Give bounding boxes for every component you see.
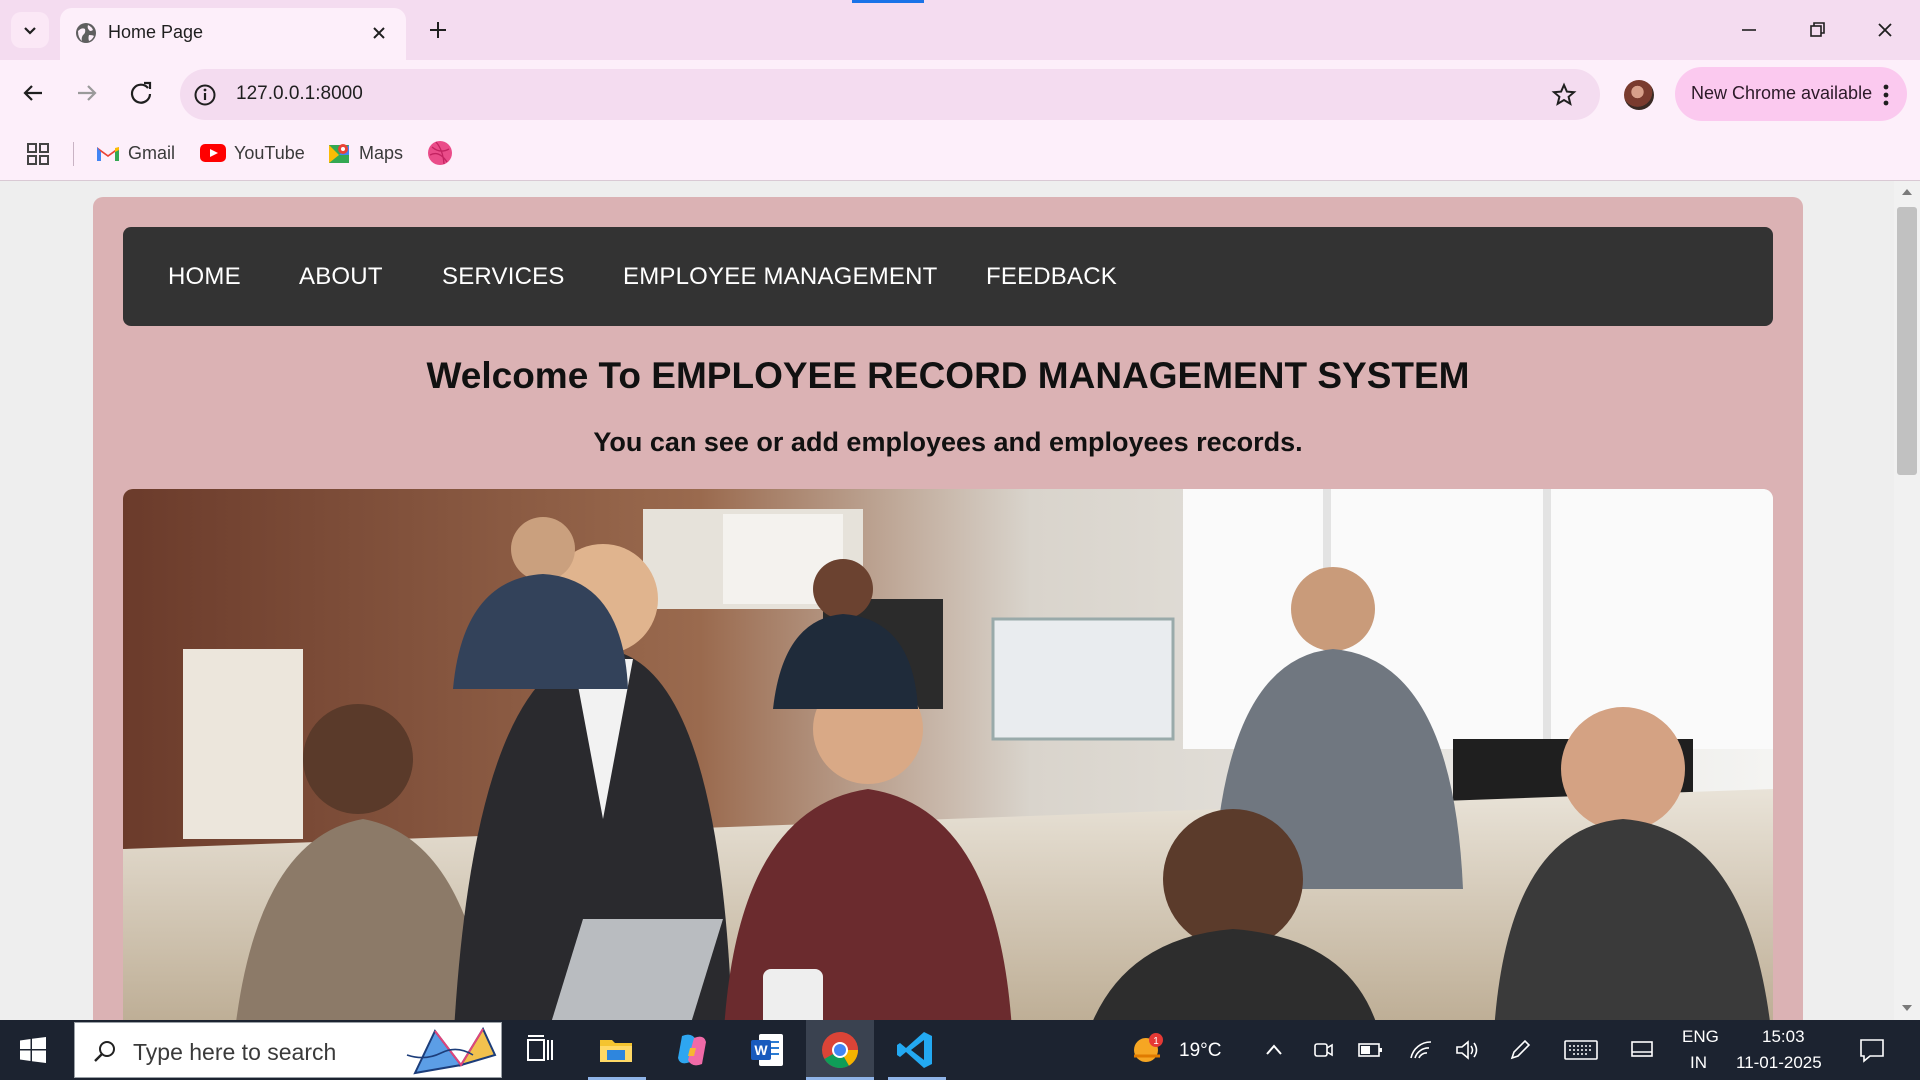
bookmark-maps[interactable]: Maps	[327, 138, 403, 168]
chrome-icon[interactable]	[818, 1028, 862, 1072]
update-chip-label: New Chrome available	[1691, 83, 1873, 103]
notifications-icon[interactable]	[1858, 1036, 1886, 1064]
nav-employee-management[interactable]: EMPLOYEE MANAGEMENT	[623, 263, 938, 291]
tab-strip: Home Page	[0, 0, 1920, 60]
new-tab-icon[interactable]	[424, 16, 452, 44]
new-chrome-available-button[interactable]: New Chrome available	[1675, 67, 1907, 121]
vscode-icon[interactable]	[894, 1028, 938, 1072]
display-icon[interactable]	[1630, 1038, 1654, 1062]
wifi-icon[interactable]	[1408, 1038, 1434, 1062]
bookmark-label: YouTube	[234, 142, 305, 163]
chevron-up-icon[interactable]	[1264, 1040, 1284, 1060]
volume-icon[interactable]	[1454, 1038, 1480, 1062]
windows-taskbar: Type here to search W 1 19°C ENG IN 15:0…	[0, 1020, 1920, 1080]
profile-avatar[interactable]	[1624, 80, 1654, 110]
weather-temperature[interactable]: 19°C	[1179, 1040, 1221, 1062]
more-menu-icon[interactable]	[1879, 81, 1893, 109]
bookmark-label: Maps	[359, 142, 404, 163]
site-info-icon[interactable]	[192, 82, 218, 108]
url-text: 127.0.0.1:8000	[236, 83, 363, 104]
windows-start-icon[interactable]	[20, 1037, 46, 1063]
bookmarks-separator	[73, 142, 74, 166]
chevron-down-icon	[24, 27, 36, 35]
bookmarks-bar: Gmail YouTube Maps	[0, 128, 1920, 181]
battery-icon[interactable]	[1358, 1040, 1384, 1060]
language-line1[interactable]: ENG	[1682, 1027, 1719, 1047]
back-icon[interactable]	[16, 76, 50, 110]
nav-home[interactable]: HOME	[168, 263, 241, 291]
youtube-icon	[200, 144, 226, 162]
search-highlight-kite-icon	[406, 1026, 497, 1075]
svg-text:W: W	[754, 1042, 768, 1058]
hero-office-photo	[123, 489, 1773, 1020]
weather-sun-icon[interactable]: 1	[1130, 1032, 1166, 1066]
microsoft-word-icon[interactable]: W	[745, 1028, 789, 1072]
pen-icon[interactable]	[1508, 1038, 1532, 1062]
bookmark-star-icon[interactable]	[1550, 81, 1578, 109]
tab-search-button[interactable]	[11, 12, 49, 48]
apps-grid-icon[interactable]	[26, 142, 50, 166]
page-container: HOME ABOUT SERVICES EMPLOYEE MANAGEMENT …	[93, 197, 1803, 1020]
taskbar-search-box[interactable]: Type here to search	[74, 1022, 502, 1078]
bookmark-dribbble[interactable]	[427, 138, 453, 168]
nav-feedback[interactable]: FEEDBACK	[986, 263, 1117, 291]
bookmark-label: Gmail	[128, 142, 176, 163]
gmail-icon	[97, 147, 119, 161]
reload-icon[interactable]	[124, 76, 158, 110]
close-window-icon[interactable]	[1868, 14, 1902, 46]
language-line2[interactable]: IN	[1690, 1053, 1707, 1073]
globe-icon	[76, 23, 96, 43]
touch-keyboard-icon[interactable]	[1564, 1038, 1598, 1062]
scroll-up-icon[interactable]	[1901, 187, 1913, 197]
search-icon	[94, 1041, 115, 1062]
weather-badge: 1	[1153, 1036, 1159, 1047]
clock-date[interactable]: 11-01-2025	[1736, 1053, 1822, 1073]
tab-title: Home Page	[108, 22, 204, 42]
page-subtitle: You can see or add employees and employe…	[593, 427, 1303, 457]
restore-icon[interactable]	[1800, 14, 1834, 46]
task-view-icon[interactable]	[518, 1028, 562, 1072]
page-viewport: HOME ABOUT SERVICES EMPLOYEE MANAGEMENT …	[0, 181, 1894, 1020]
page-title: Welcome To EMPLOYEE RECORD MANAGEMENT SY…	[426, 355, 1470, 396]
browser-toolbar: 127.0.0.1:8000 New Chrome available	[0, 60, 1920, 128]
forward-icon[interactable]	[70, 76, 104, 110]
nav-services[interactable]: SERVICES	[442, 263, 565, 291]
search-placeholder: Type here to search	[133, 1039, 337, 1065]
tab-home-page[interactable]: Home Page	[60, 8, 406, 60]
site-navbar: HOME ABOUT SERVICES EMPLOYEE MANAGEMENT …	[123, 227, 1773, 326]
copilot-icon[interactable]	[670, 1028, 714, 1072]
bookmark-gmail[interactable]: Gmail	[96, 138, 175, 168]
office-team-image	[123, 489, 1773, 1020]
dribbble-icon	[428, 141, 452, 165]
address-bar[interactable]: 127.0.0.1:8000	[180, 69, 1600, 120]
maps-icon	[329, 144, 349, 163]
nav-about[interactable]: ABOUT	[299, 263, 383, 291]
bookmark-youtube[interactable]: YouTube	[200, 138, 305, 168]
clock-time[interactable]: 15:03	[1762, 1027, 1805, 1047]
scrollbar-thumb[interactable]	[1897, 207, 1917, 475]
file-explorer-icon[interactable]	[594, 1028, 638, 1072]
meet-now-icon[interactable]	[1312, 1038, 1334, 1062]
minimize-icon[interactable]	[1732, 14, 1766, 46]
scroll-down-icon[interactable]	[1901, 1003, 1913, 1013]
close-tab-icon[interactable]	[366, 20, 392, 46]
tab-drag-indicator	[852, 0, 924, 3]
